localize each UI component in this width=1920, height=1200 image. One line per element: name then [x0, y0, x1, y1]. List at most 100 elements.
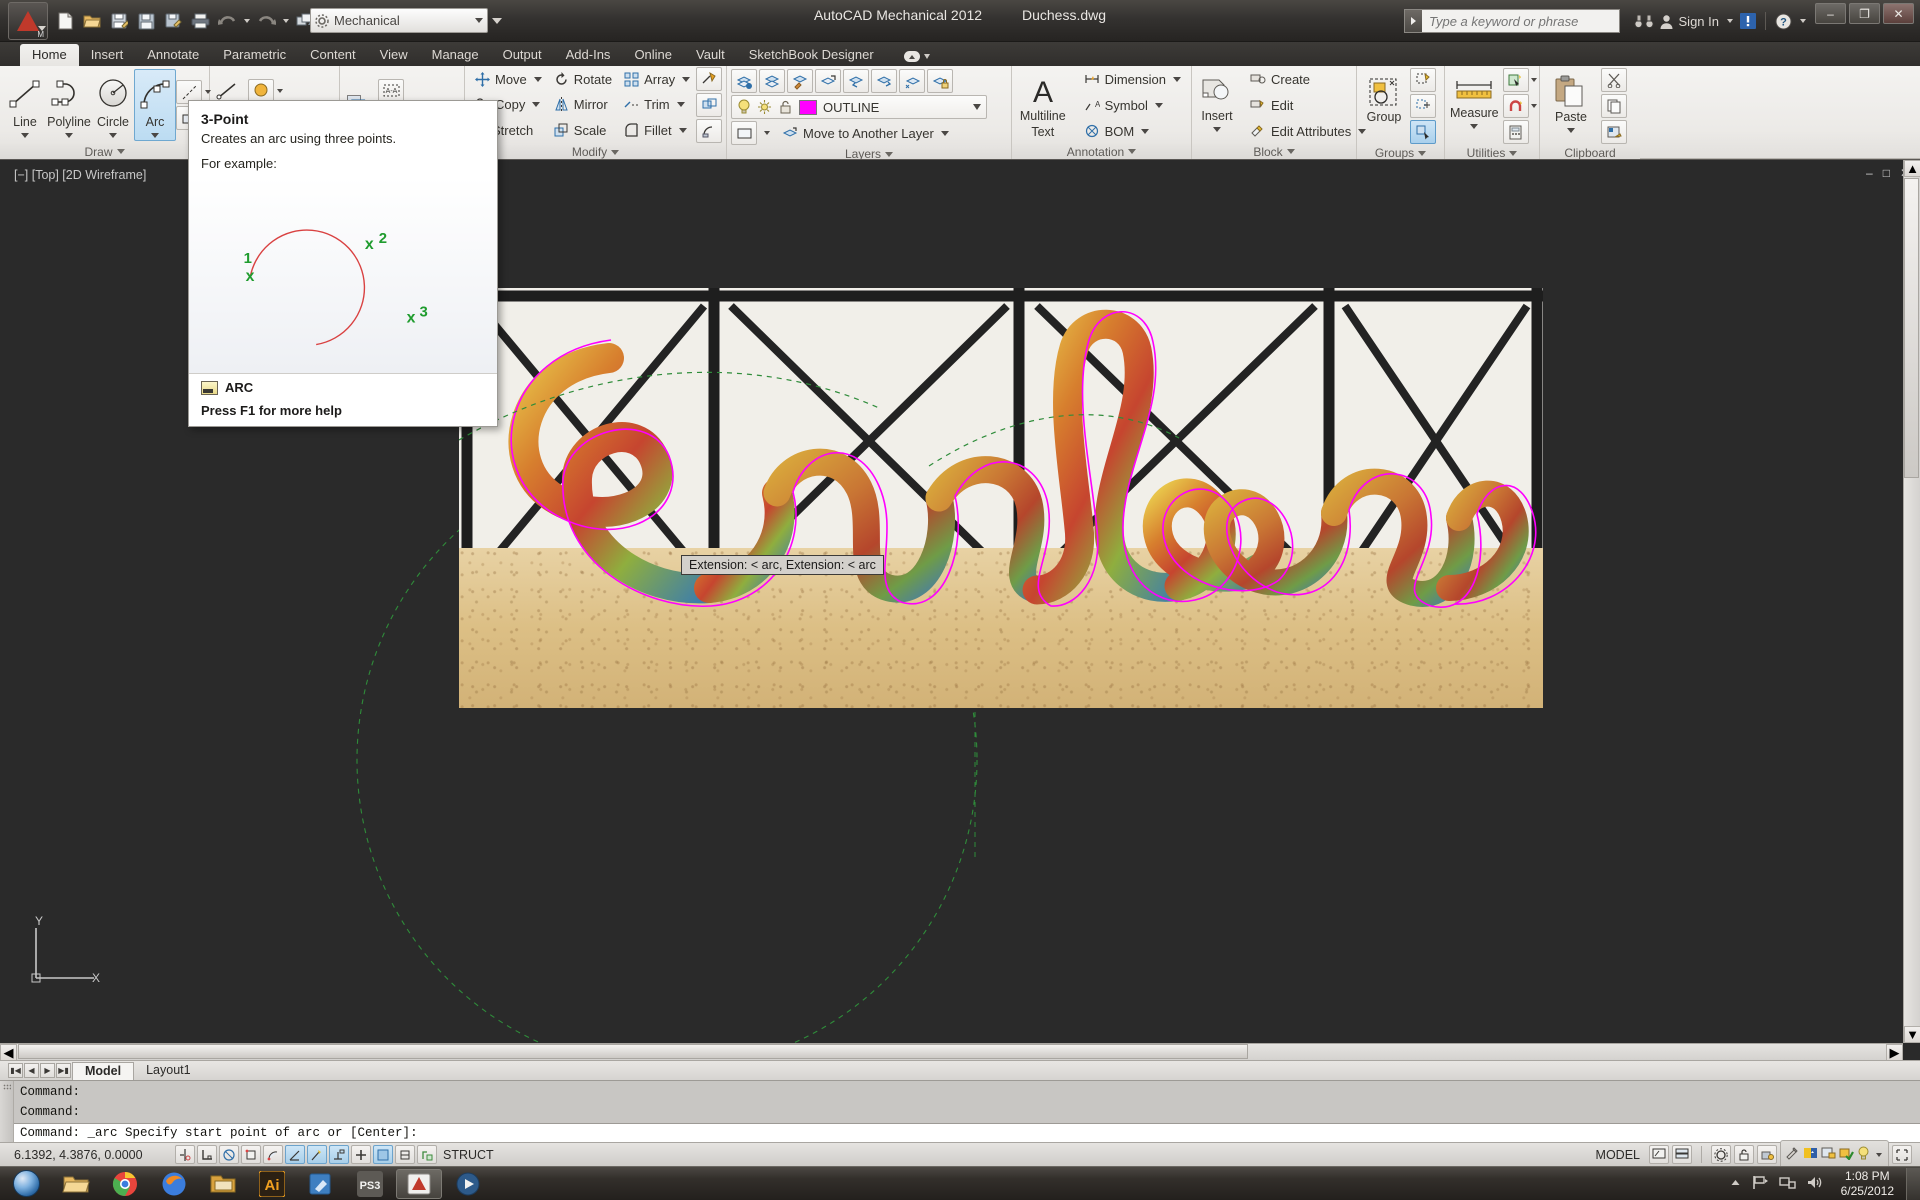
layer-color-swatch[interactable]	[799, 99, 817, 115]
create-block-button[interactable]: Create	[1244, 68, 1372, 90]
taskbar-ps[interactable]: PS3	[347, 1169, 393, 1199]
bom-button[interactable]: BOM	[1078, 120, 1187, 142]
group-button[interactable]: Group	[1361, 70, 1407, 142]
layout-first-button[interactable]: ▮◀	[8, 1063, 23, 1078]
hatch-icon[interactable]	[248, 78, 274, 103]
polyline-button[interactable]: Polyline	[46, 69, 92, 141]
object-snap-toggle[interactable]	[285, 1145, 305, 1164]
layout-last-button[interactable]: ▶▮	[56, 1063, 71, 1078]
volume-icon[interactable]	[1806, 1175, 1823, 1193]
save-as-icon[interactable]	[106, 8, 132, 34]
save-icon[interactable]	[133, 8, 159, 34]
minimize-button[interactable]: –	[1815, 3, 1846, 24]
panel-title-utilities[interactable]: Utilities	[1445, 146, 1539, 160]
layer-properties-manager-icon[interactable]	[731, 121, 757, 145]
layer-off-icon[interactable]	[843, 69, 869, 93]
model-space-label[interactable]: MODEL	[1590, 1148, 1646, 1162]
object-snap-tracking-toggle[interactable]	[307, 1145, 327, 1164]
layer-match-icon[interactable]	[787, 69, 813, 93]
tab-insert[interactable]: Insert	[79, 44, 136, 66]
maximize-button[interactable]: ❐	[1849, 3, 1880, 24]
dynamic-ucs-toggle[interactable]	[329, 1145, 349, 1164]
move-to-another-layer-button[interactable]: Move to Another Layer	[776, 122, 955, 144]
layer-freeze-icon[interactable]	[899, 69, 925, 93]
chevron-down-icon[interactable]	[1213, 126, 1221, 132]
chevron-down-icon[interactable]	[1470, 123, 1479, 129]
toolbar-lock-icon[interactable]	[1734, 1145, 1754, 1164]
scroll-right-arrow[interactable]: ▶	[1886, 1044, 1903, 1061]
taskbar-sketchbook[interactable]	[298, 1169, 344, 1199]
help-caret[interactable]	[1797, 8, 1808, 34]
taskbar-explorer[interactable]	[53, 1169, 99, 1199]
annotation-scale-icon[interactable]	[1711, 1145, 1731, 1164]
polar-tracking-toggle[interactable]	[263, 1145, 283, 1164]
quick-select-caret[interactable]	[1529, 68, 1540, 92]
raster-image-object[interactable]	[459, 288, 1543, 708]
arc-button[interactable]: Arc	[134, 69, 176, 141]
taskbar-chrome[interactable]	[102, 1169, 148, 1199]
panel-title-clipboard[interactable]: Clipboard	[1540, 146, 1640, 160]
tab-manage[interactable]: Manage	[420, 44, 491, 66]
measure-button[interactable]: Measure	[1449, 70, 1500, 142]
hardware-accel-icon[interactable]	[1757, 1145, 1777, 1164]
panel-title-groups[interactable]: Groups	[1357, 146, 1444, 160]
model-space-icon[interactable]	[1649, 1145, 1669, 1164]
layout-tab-model[interactable]: Model	[72, 1061, 135, 1080]
layer-previous-icon[interactable]	[815, 69, 841, 93]
undo-icon[interactable]	[214, 8, 240, 34]
edit-attributes-button[interactable]: Edit Attributes	[1244, 120, 1372, 142]
viewport-label[interactable]: [−] [Top] [2D Wireframe]	[14, 168, 146, 182]
quick-properties-toggle[interactable]	[417, 1145, 437, 1164]
coordinates-display[interactable]: 6.1392, 4.3876, 0.0000	[0, 1148, 175, 1162]
undo-dropdown-caret[interactable]	[241, 8, 252, 34]
horizontal-scroll-thumb[interactable]	[18, 1044, 1248, 1059]
paste-button[interactable]: Paste	[1544, 70, 1598, 142]
alert-icon[interactable]	[1740, 9, 1756, 33]
tab-home[interactable]: Home	[20, 44, 79, 66]
save-copy-icon[interactable]	[160, 8, 186, 34]
taskbar-firefox[interactable]	[151, 1169, 197, 1199]
redo-dropdown-caret[interactable]	[280, 8, 291, 34]
layer-lock-icon[interactable]	[927, 69, 953, 93]
tab-sketchbook-designer[interactable]: SketchBook Designer	[737, 44, 886, 66]
chevron-down-icon[interactable]	[151, 132, 159, 138]
panel-title-draw[interactable]: Draw	[0, 144, 209, 159]
tab-view[interactable]: View	[368, 44, 420, 66]
explode-icon[interactable]	[696, 93, 723, 117]
chevron-down-icon[interactable]	[533, 77, 542, 83]
text-frame-icon[interactable]: A-A	[378, 78, 404, 103]
cut-icon[interactable]	[1601, 68, 1627, 92]
viewport-minimize-icon[interactable]: –	[1866, 166, 1873, 180]
qat-overflow-caret[interactable]	[490, 8, 504, 33]
multiline-text-button[interactable]: A Multiline Text	[1016, 69, 1070, 141]
lineweight-toggle[interactable]	[373, 1145, 393, 1164]
vertical-scrollbar[interactable]: ▲ ▼	[1903, 160, 1920, 1043]
grid-display-toggle[interactable]	[219, 1145, 239, 1164]
workspace-switch-icon[interactable]	[1785, 1146, 1800, 1163]
chevron-down-icon[interactable]	[1141, 128, 1150, 134]
show-hidden-icons[interactable]	[1729, 1176, 1742, 1191]
chevron-down-icon[interactable]	[676, 102, 685, 108]
chevron-down-icon[interactable]	[682, 77, 691, 83]
rotate-button[interactable]: Rotate	[548, 69, 618, 91]
paste-special-icon[interactable]	[1601, 120, 1627, 144]
chevron-down-icon[interactable]	[1567, 127, 1575, 133]
binoculars-search-icon[interactable]	[1633, 9, 1654, 33]
clean-screen-icon[interactable]	[1892, 1145, 1912, 1164]
edit-block-button[interactable]: Edit	[1244, 94, 1372, 116]
copy-clipboard-icon[interactable]	[1601, 94, 1627, 118]
new-file-icon[interactable]	[52, 8, 78, 34]
group-selection-icon[interactable]	[1410, 120, 1436, 144]
chevron-down-icon[interactable]	[973, 104, 981, 110]
point-snap-icon[interactable]	[1502, 94, 1529, 118]
viewport-restore-icon[interactable]: □	[1883, 166, 1890, 180]
tab-parametric[interactable]: Parametric	[211, 44, 298, 66]
ribbon-minimize-control[interactable]	[903, 51, 930, 66]
transparency-toggle[interactable]	[395, 1145, 415, 1164]
layer-isolate-icon[interactable]	[871, 69, 897, 93]
insert-block-button[interactable]: Insert	[1196, 69, 1238, 141]
break-icon[interactable]	[696, 67, 723, 91]
join-icon[interactable]	[696, 119, 723, 143]
layout-tab-layout1[interactable]: Layout1	[134, 1062, 202, 1079]
chevron-down-icon[interactable]	[678, 127, 687, 133]
